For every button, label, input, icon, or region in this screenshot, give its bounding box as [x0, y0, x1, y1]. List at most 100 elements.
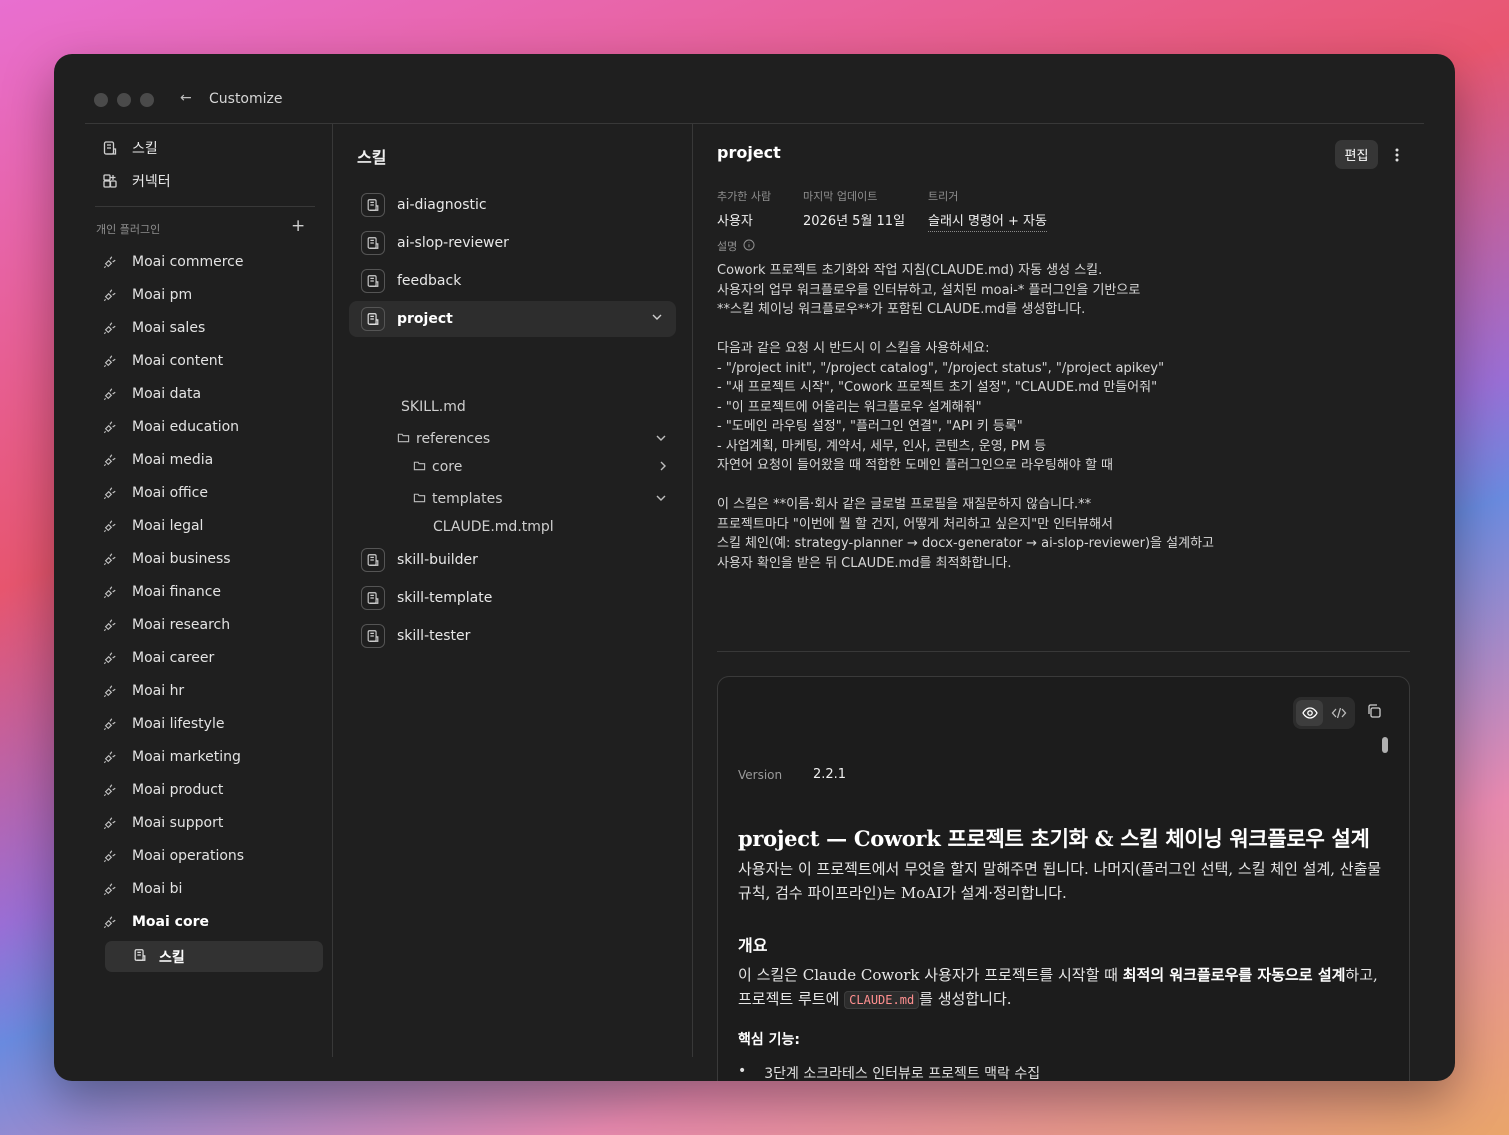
- plugin-item-moai-sales[interactable]: Moai sales: [102, 316, 205, 340]
- copy-icon[interactable]: [1366, 703, 1384, 721]
- plugin-item-label: Moai commerce: [132, 254, 244, 270]
- eye-icon[interactable]: [1296, 700, 1323, 726]
- close-window-button[interactable]: [94, 93, 108, 107]
- plugin-item-moai-office[interactable]: Moai office: [102, 481, 208, 505]
- plugin-item-moai-marketing[interactable]: Moai marketing: [102, 745, 241, 769]
- chevron-down-icon[interactable]: [654, 431, 668, 448]
- code-icon[interactable]: [1325, 700, 1352, 726]
- plugin-item-moai-lifestyle[interactable]: Moai lifestyle: [102, 712, 224, 736]
- plug-icon: [102, 419, 118, 435]
- title-bar: ← Customize: [54, 54, 1455, 124]
- plug-icon: [102, 848, 118, 864]
- skills-panel-title: 스킬: [357, 148, 387, 167]
- skill-icon: [133, 948, 147, 966]
- plug-icon: [102, 815, 118, 831]
- plugin-item-moai-core[interactable]: Moai core: [102, 910, 209, 934]
- plugin-item-moai-bi[interactable]: Moai bi: [102, 877, 182, 901]
- plugin-item-moai-career[interactable]: Moai career: [102, 646, 214, 670]
- view-mode-toggle: [1293, 697, 1355, 729]
- skill-icon: [361, 548, 385, 572]
- plugin-item-moai-hr[interactable]: Moai hr: [102, 679, 184, 703]
- tree-folder-templates[interactable]: templates: [413, 489, 503, 509]
- plugin-item-moai-product[interactable]: Moai product: [102, 778, 223, 802]
- plugin-item-label: Moai content: [132, 353, 224, 369]
- plugin-item-label: Moai lifestyle: [132, 716, 225, 732]
- skill-item-skill-builder[interactable]: skill-builder: [349, 542, 676, 578]
- arrow-left-icon[interactable]: ←: [180, 90, 192, 106]
- skill-item-label: skill-tester: [397, 628, 471, 644]
- plugin-item-label: Moai media: [132, 452, 214, 468]
- skill-item-project[interactable]: project: [349, 301, 676, 337]
- plugin-item-moai-business[interactable]: Moai business: [102, 547, 231, 571]
- plug-icon: [102, 320, 118, 336]
- skill-item-feedback[interactable]: feedback: [349, 263, 676, 299]
- plugin-item-moai-commerce[interactable]: Moai commerce: [102, 250, 243, 274]
- plug-icon: [102, 749, 118, 765]
- plugins-section-label: 개인 플러그인: [96, 223, 161, 236]
- plugin-item-label: Moai product: [132, 782, 224, 798]
- trigger-value[interactable]: 슬래시 명령어 + 자동: [928, 210, 1047, 232]
- sidebar-item-connectors[interactable]: 커넥터: [102, 168, 171, 194]
- plugin-item-moai-support[interactable]: Moai support: [102, 811, 223, 835]
- skill-icon: [361, 193, 385, 217]
- info-icon[interactable]: [743, 239, 755, 254]
- chevron-right-icon[interactable]: [656, 459, 670, 476]
- plugin-item-moai-research[interactable]: Moai research: [102, 613, 230, 637]
- skill-icon: [361, 269, 385, 293]
- skill-item-ai-diagnostic[interactable]: ai-diagnostic: [349, 187, 676, 223]
- tree-folder-references[interactable]: references: [397, 429, 490, 449]
- tree-file-label: CLAUDE.md.tmpl: [433, 519, 554, 535]
- skill-item-skill-tester[interactable]: skill-tester: [349, 618, 676, 654]
- chevron-down-icon[interactable]: [650, 310, 664, 328]
- minimize-window-button[interactable]: [117, 93, 131, 107]
- plug-icon: [102, 584, 118, 600]
- description-label-row: 설명: [717, 238, 755, 254]
- plugin-item-label: Moai education: [132, 419, 240, 435]
- features-heading: 핵심 기능:: [738, 1032, 800, 1048]
- plugin-item-label: Moai bi: [132, 881, 183, 897]
- plugin-item-label: Moai legal: [132, 518, 204, 534]
- add-plugin-button[interactable]: +: [291, 217, 305, 235]
- plugin-item-moai-legal[interactable]: Moai legal: [102, 514, 203, 538]
- skill-detail-title: project: [717, 143, 781, 162]
- plug-icon: [102, 254, 118, 270]
- folder-icon: [413, 459, 426, 476]
- skill-icon: [361, 586, 385, 610]
- preview-scrollbar[interactable]: [1382, 737, 1388, 753]
- customize-window: ← Customize 스킬 커넥터 개인 플러그인 + Moai commer…: [54, 54, 1455, 1081]
- plugin-item-moai-pm[interactable]: Moai pm: [102, 283, 192, 307]
- plugin-item-moai-media[interactable]: Moai media: [102, 448, 213, 472]
- plugin-item-label: Moai finance: [132, 584, 222, 600]
- version-value: 2.2.1: [813, 767, 847, 782]
- zoom-window-button[interactable]: [140, 93, 154, 107]
- skill-item-label: ai-slop-reviewer: [397, 235, 509, 251]
- plug-icon: [102, 782, 118, 798]
- tree-file-claude-md-tmpl[interactable]: CLAUDE.md.tmpl: [433, 517, 554, 537]
- plug-icon: [102, 353, 118, 369]
- overview-strong-text: 최적의 워크플로우를 자동으로 설계: [1122, 966, 1346, 984]
- sidebar-divider: [95, 206, 315, 207]
- plugin-sub-item-skills[interactable]: 스킬: [105, 941, 323, 972]
- window-title: Customize: [209, 91, 283, 107]
- more-options-icon[interactable]: [1390, 140, 1404, 169]
- edit-button[interactable]: 편집: [1335, 140, 1378, 169]
- plugin-item-moai-operations[interactable]: Moai operations: [102, 844, 244, 868]
- plugin-item-moai-finance[interactable]: Moai finance: [102, 580, 221, 604]
- tree-folder-label: templates: [432, 491, 503, 507]
- version-label: Version: [738, 768, 783, 782]
- sidebar-item-label: 커넥터: [132, 174, 171, 190]
- chevron-down-icon[interactable]: [654, 491, 668, 508]
- overview-heading: 개요: [738, 936, 768, 955]
- folder-icon: [413, 491, 426, 508]
- skill-item-ai-slop-reviewer[interactable]: ai-slop-reviewer: [349, 225, 676, 261]
- skill-item-skill-template[interactable]: skill-template: [349, 580, 676, 616]
- plugin-item-label: Moai business: [132, 551, 231, 567]
- tree-file-skill-md[interactable]: SKILL.md: [401, 397, 466, 417]
- plugin-item-moai-content[interactable]: Moai content: [102, 349, 223, 373]
- tree-folder-core[interactable]: core: [413, 457, 462, 477]
- plugin-item-moai-education[interactable]: Moai education: [102, 415, 239, 439]
- sidebar-item-skills[interactable]: 스킬: [102, 135, 158, 161]
- plugin-item-moai-data[interactable]: Moai data: [102, 382, 201, 406]
- list-item: • 3단계 소크라테스 인터뷰로 프로젝트 맥락 수집: [738, 1063, 1040, 1081]
- added-by-label: 추가한 사람: [717, 190, 772, 203]
